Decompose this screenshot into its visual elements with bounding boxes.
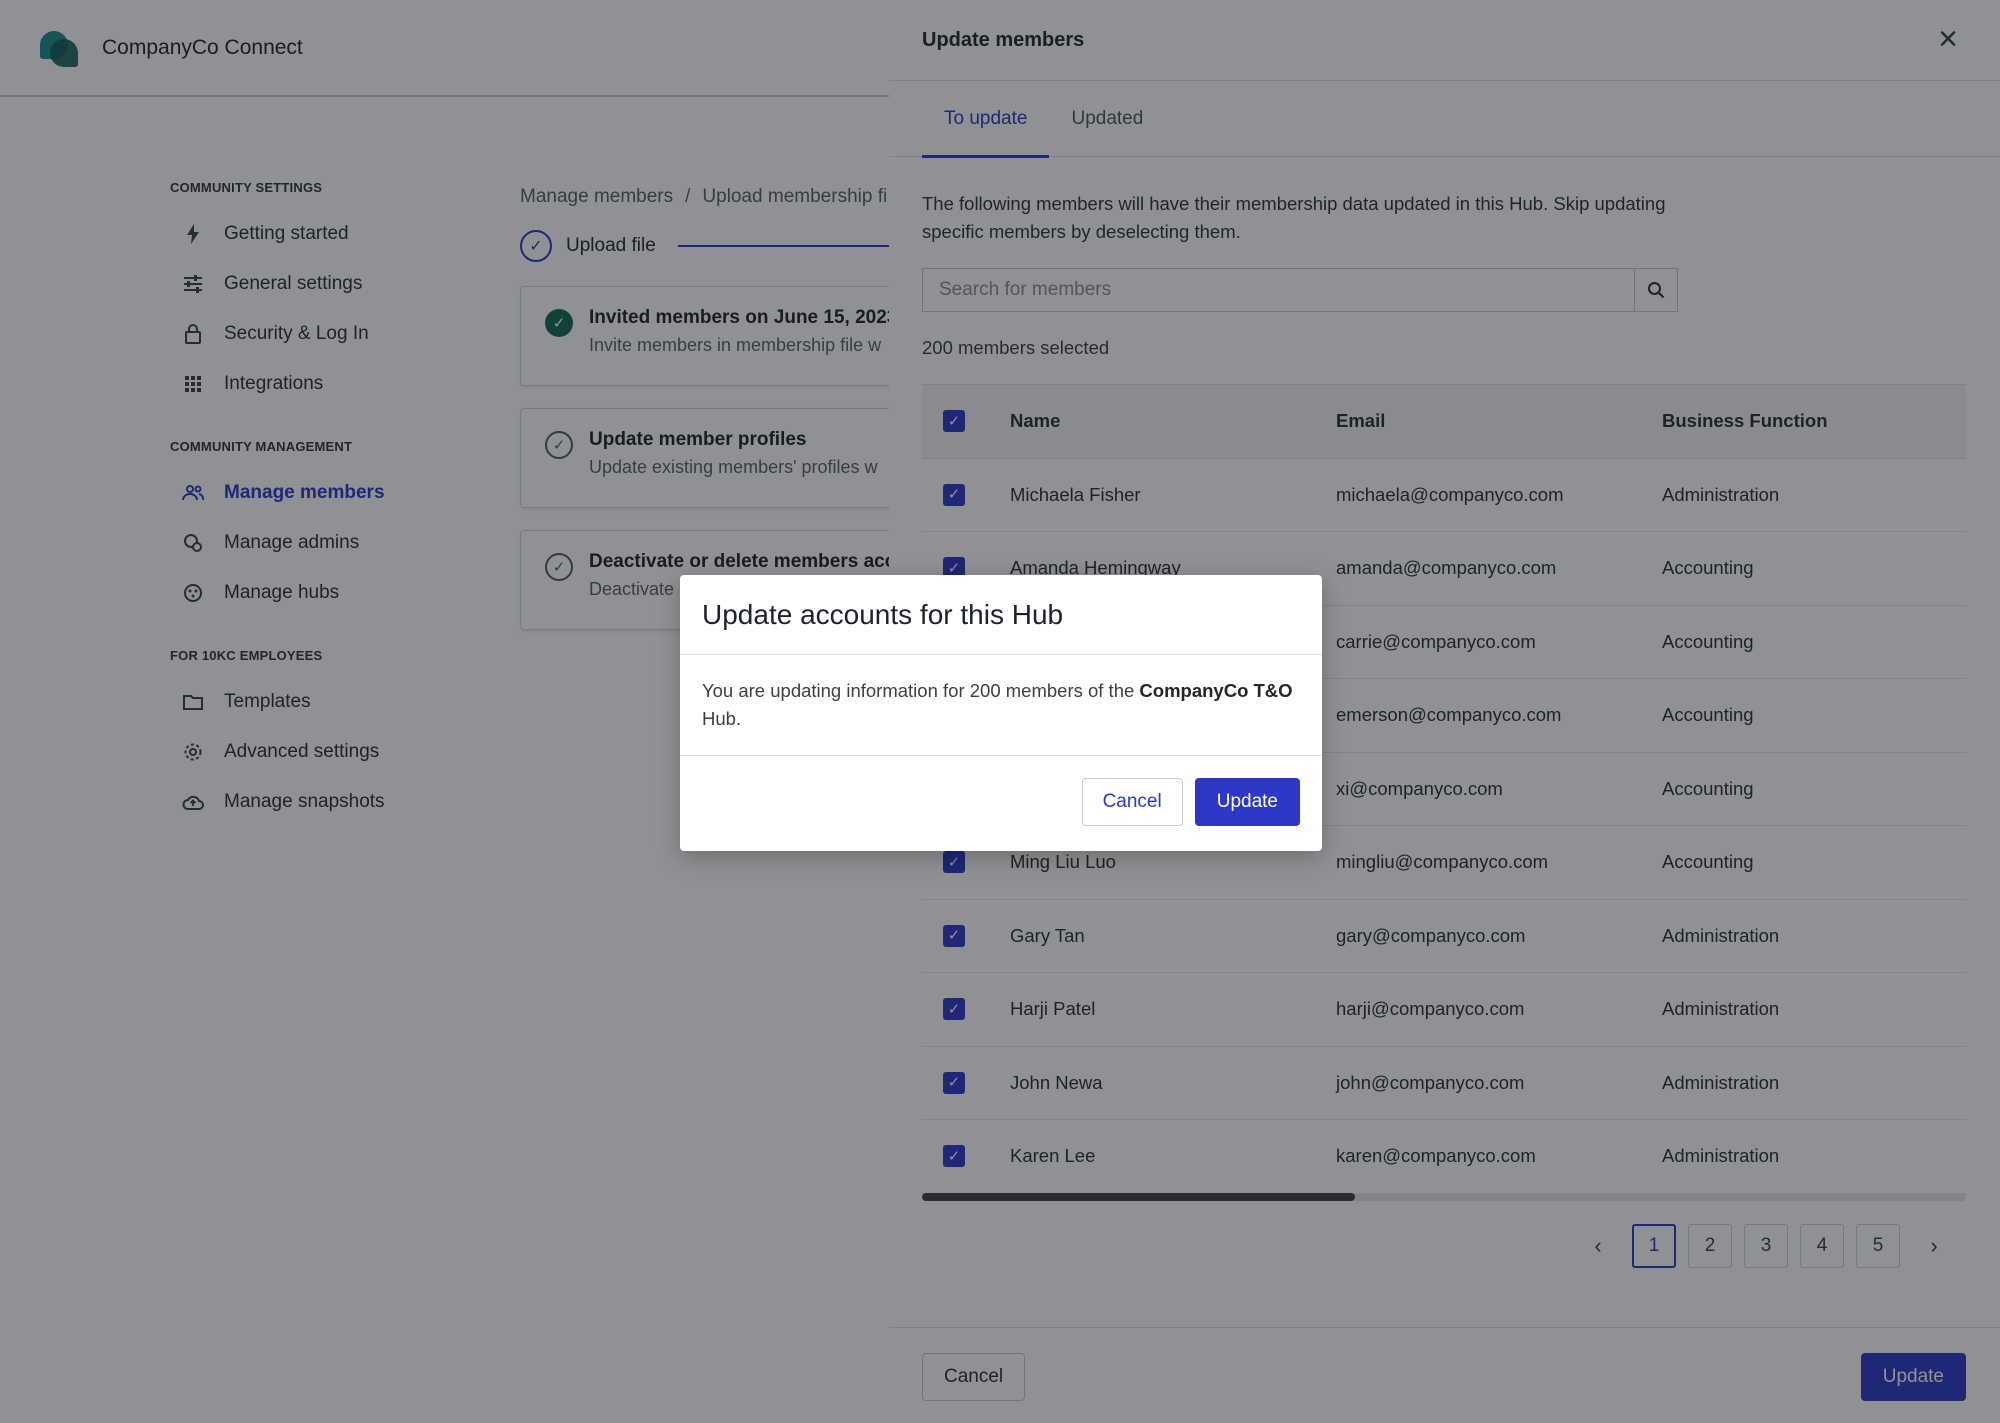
dialog-cancel-button[interactable]: Cancel xyxy=(1081,778,1183,826)
hub-name: CompanyCo T&O xyxy=(1139,680,1293,701)
update-accounts-dialog: Update accounts for this Hub You are upd… xyxy=(680,575,1322,851)
dialog-body-suffix: Hub. xyxy=(702,708,742,729)
dialog-header: Update accounts for this Hub xyxy=(680,575,1322,655)
dialog-title: Update accounts for this Hub xyxy=(702,598,1064,630)
dialog-body: You are updating information for 200 mem… xyxy=(680,655,1322,756)
dialog-update-button[interactable]: Update xyxy=(1194,778,1300,826)
dialog-footer: Cancel Update xyxy=(680,756,1322,826)
dialog-body-text: You are updating information for 200 mem… xyxy=(702,680,1140,701)
